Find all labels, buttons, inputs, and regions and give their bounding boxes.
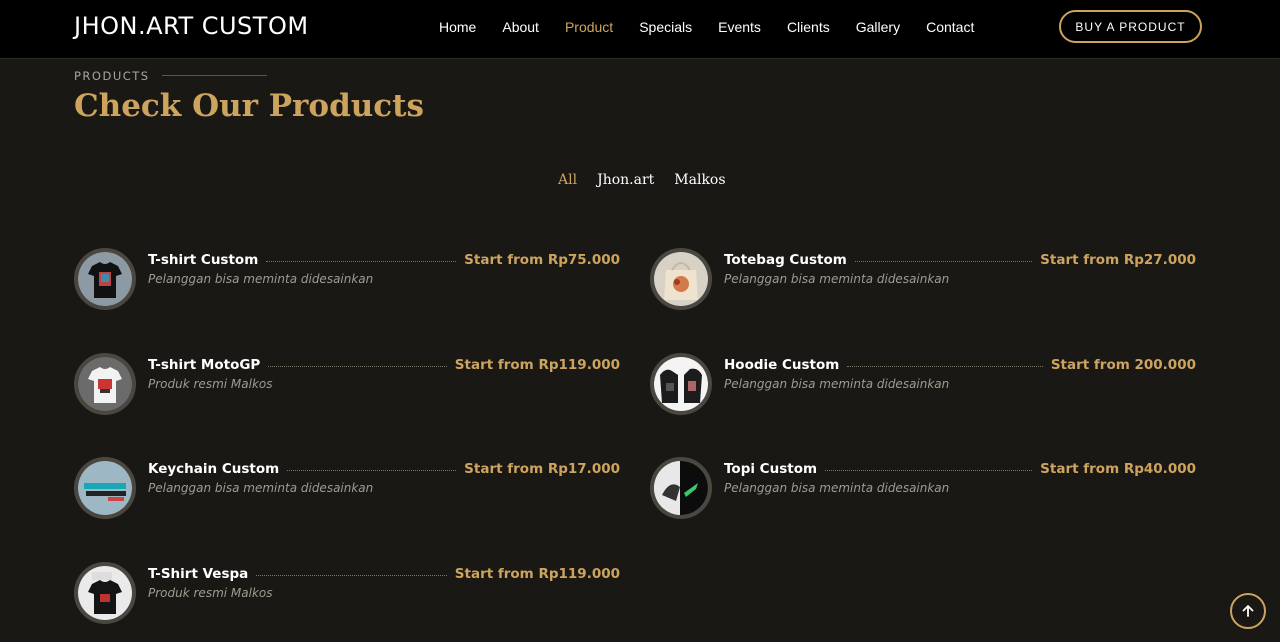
product-name[interactable]: Hoodie Custom <box>724 357 847 373</box>
product-name[interactable]: Topi Custom <box>724 461 825 477</box>
tshirt-black-icon[interactable] <box>74 248 136 310</box>
dotted-leader <box>847 366 1043 367</box>
product-name[interactable]: T-shirt MotoGP <box>148 357 268 373</box>
nav-contact[interactable]: Contact <box>926 19 974 35</box>
arrow-up-icon <box>1242 605 1254 617</box>
nav-about[interactable]: About <box>502 19 539 35</box>
dotted-leader <box>854 261 1033 262</box>
product-name[interactable]: Keychain Custom <box>148 461 287 477</box>
site-header: JHON.ART CUSTOM Home About Product Speci… <box>0 0 1280 59</box>
nav-home[interactable]: Home <box>439 19 476 35</box>
dotted-leader <box>825 470 1033 471</box>
product-name[interactable]: T-Shirt Vespa <box>148 566 256 582</box>
product-item: Totebag Custom Start from Rp27.000 Pelan… <box>650 248 1196 312</box>
section-divider <box>162 75 267 76</box>
keychain-icon[interactable] <box>74 457 136 519</box>
section-title: Check Our Products <box>74 88 424 124</box>
nav-events[interactable]: Events <box>718 19 761 35</box>
nav-clients[interactable]: Clients <box>787 19 830 35</box>
product-name[interactable]: T-shirt Custom <box>148 252 266 268</box>
nav-gallery[interactable]: Gallery <box>856 19 900 35</box>
product-description: Produk resmi Malkos <box>148 586 273 600</box>
dotted-leader <box>256 575 447 576</box>
nav-specials[interactable]: Specials <box>639 19 692 35</box>
product-name[interactable]: Totebag Custom <box>724 252 855 268</box>
product-description: Pelanggan bisa meminta didesainkan <box>724 481 950 495</box>
product-item: T-Shirt Vespa Start from Rp119.000 Produ… <box>74 562 620 626</box>
filter-all[interactable]: All <box>558 172 577 188</box>
back-to-top-button[interactable] <box>1230 593 1266 629</box>
dotted-leader <box>268 366 447 367</box>
product-item: Hoodie Custom Start from 200.000 Pelangg… <box>650 353 1196 417</box>
product-item: T-shirt Custom Start from Rp75.000 Pelan… <box>74 248 620 312</box>
buy-product-button[interactable]: BUY A PRODUCT <box>1059 10 1202 43</box>
product-item: T-shirt MotoGP Start from Rp119.000 Prod… <box>74 353 620 417</box>
cap-icon[interactable] <box>650 457 712 519</box>
product-price: Start from Rp119.000 <box>454 566 620 582</box>
product-description: Pelanggan bisa meminta didesainkan <box>148 481 374 495</box>
product-price: Start from Rp27.000 <box>1040 252 1196 268</box>
product-price: Start from Rp75.000 <box>464 252 620 268</box>
product-description: Pelanggan bisa meminta didesainkan <box>724 272 950 286</box>
totebag-icon[interactable] <box>650 248 712 310</box>
product-price: Start from Rp119.000 <box>454 357 620 373</box>
nav-product[interactable]: Product <box>565 19 613 35</box>
main-nav: Home About Product Specials Events Clien… <box>426 19 987 35</box>
product-filters: All Jhon.art Malkos <box>548 172 736 188</box>
product-price: Start from 200.000 <box>1050 357 1196 373</box>
product-description: Pelanggan bisa meminta didesainkan <box>724 377 950 391</box>
filter-jhon-art[interactable]: Jhon.art <box>597 172 654 188</box>
hoodie-icon[interactable] <box>650 353 712 415</box>
tshirt-vespa-icon[interactable] <box>74 562 136 624</box>
product-price: Start from Rp40.000 <box>1040 461 1196 477</box>
site-logo[interactable]: JHON.ART CUSTOM <box>74 12 309 40</box>
tshirt-white-icon[interactable] <box>74 353 136 415</box>
filter-malkos[interactable]: Malkos <box>674 172 725 188</box>
product-price: Start from Rp17.000 <box>464 461 620 477</box>
dotted-leader <box>266 261 457 262</box>
product-description: Produk resmi Malkos <box>148 377 273 391</box>
product-description: Pelanggan bisa meminta didesainkan <box>148 272 374 286</box>
product-item: Keychain Custom Start from Rp17.000 Pela… <box>74 457 620 521</box>
dotted-leader <box>287 470 457 471</box>
product-item: Topi Custom Start from Rp40.000 Pelangga… <box>650 457 1196 521</box>
section-label: PRODUCTS <box>74 69 150 83</box>
